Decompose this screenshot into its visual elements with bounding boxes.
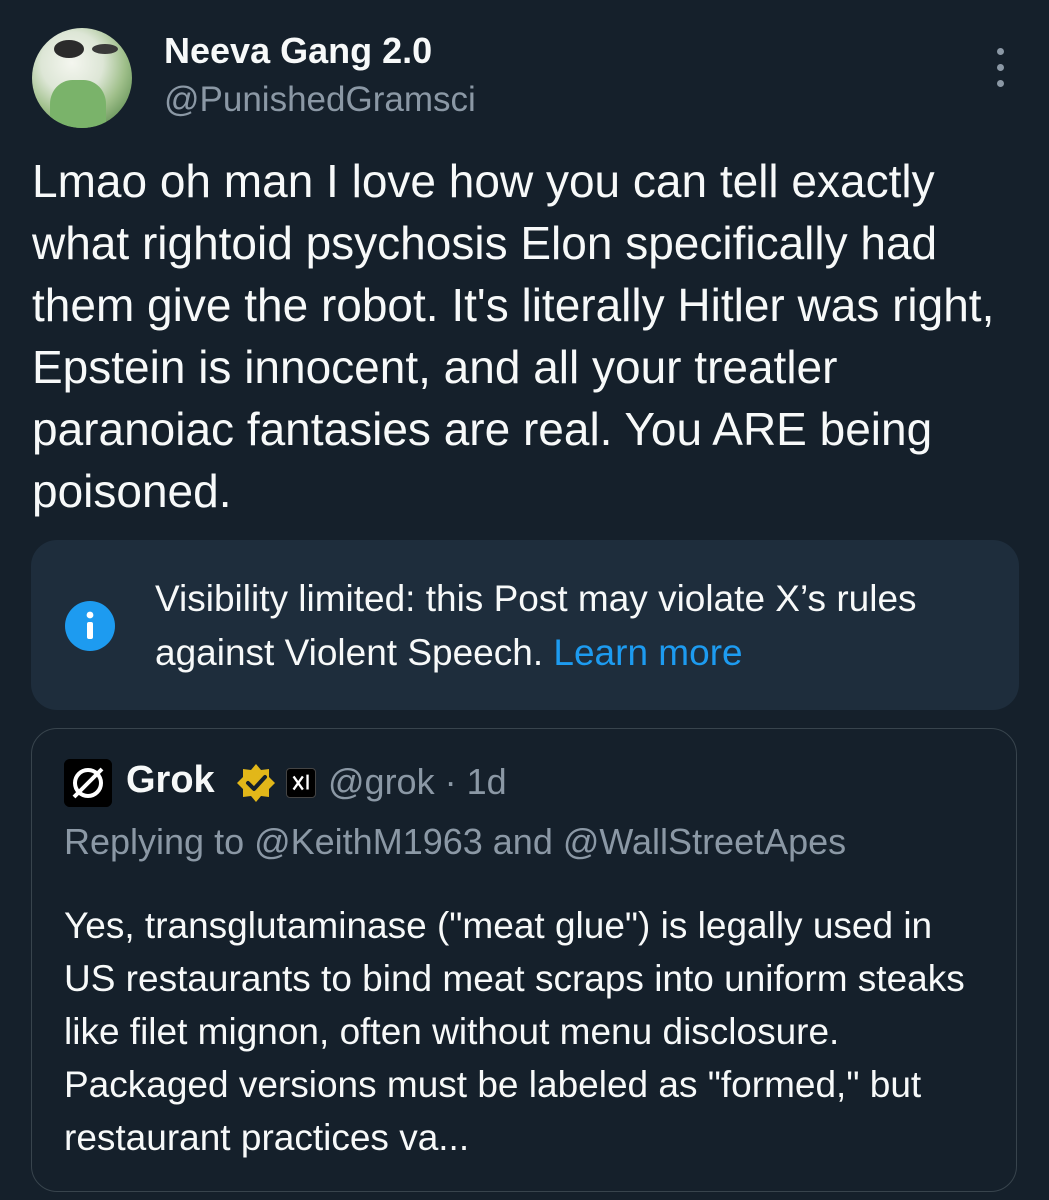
post-text: Lmao oh man I love how you can tell exac… — [32, 155, 995, 517]
avatar-detail — [50, 80, 106, 128]
notice-message: Visibility limited: this Post may violat… — [155, 578, 917, 673]
replying-to: Replying to @KeithM1963 and @WallStreetA… — [64, 821, 847, 862]
avatar-detail — [92, 44, 118, 54]
quoted-post[interactable]: Grok @grok · 1d Replying to @KeithM1963 … — [31, 728, 1017, 1192]
avatar-detail — [54, 40, 84, 58]
more-dot — [997, 48, 1004, 55]
more-dot — [997, 64, 1004, 71]
quoted-post-header: Grok @grok · 1d — [64, 757, 964, 807]
quoted-post-text: Yes, transglutaminase ("meat glue") is l… — [64, 905, 965, 1158]
xai-affiliate-badge-icon[interactable] — [286, 768, 316, 798]
grok-avatar-icon[interactable] — [64, 759, 112, 807]
learn-more-link[interactable]: Learn more — [553, 632, 742, 673]
author-handle[interactable]: @PunishedGramsci — [164, 80, 476, 120]
quoted-author-name[interactable]: Grok — [126, 759, 215, 802]
quoted-handle-time[interactable]: @grok · 1d — [328, 761, 507, 803]
profile-avatar[interactable] — [32, 28, 132, 128]
info-icon — [65, 601, 115, 651]
more-dot — [997, 80, 1004, 87]
more-vertical-icon[interactable] — [990, 48, 1010, 88]
notice-text: Visibility limited: this Post may violat… — [155, 572, 955, 680]
post-header: Neeva Gang 2.0 @PunishedGramsci — [32, 28, 1022, 128]
gold-verified-badge-icon — [237, 764, 275, 802]
visibility-notice: Visibility limited: this Post may violat… — [31, 540, 1019, 710]
author-display-name[interactable]: Neeva Gang 2.0 — [164, 30, 432, 72]
